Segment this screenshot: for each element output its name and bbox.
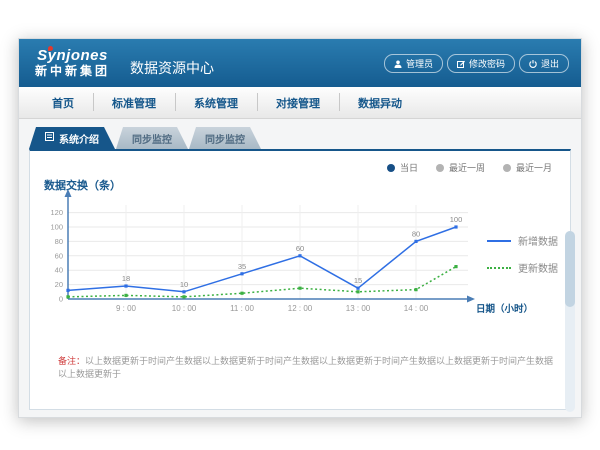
radio-label: 当日 [400, 161, 418, 174]
svg-text:15: 15 [354, 276, 362, 285]
legend-label: 新增数据 [518, 233, 558, 248]
nav-item-home[interactable]: 首页 [33, 93, 93, 113]
logout-label: 退出 [541, 57, 559, 70]
page-title: 数据资源中心 [130, 58, 214, 78]
legend-new-data: 新增数据 [487, 233, 558, 248]
nav-item-system-mgmt[interactable]: 系统管理 [175, 93, 257, 113]
user-actions: 管理员 修改密码 退出 [384, 54, 569, 73]
logout-button[interactable]: 退出 [519, 54, 569, 73]
svg-text:14 : 00: 14 : 00 [404, 304, 429, 313]
svg-text:20: 20 [55, 280, 63, 289]
nav-item-interface-mgmt[interactable]: 对接管理 [257, 93, 339, 113]
svg-text:100: 100 [450, 215, 463, 224]
radio-dot-icon [436, 164, 444, 172]
svg-text:60: 60 [55, 251, 63, 260]
svg-text:35: 35 [238, 262, 246, 271]
company-logo: Synjones 新中新集团 [35, 47, 110, 78]
legend-line-swatch-solid [487, 240, 511, 242]
user-icon [394, 60, 402, 68]
svg-text:60: 60 [296, 244, 304, 253]
main-nav: 首页 标准管理 系统管理 对接管理 数据异动 [19, 87, 581, 119]
svg-text:13 : 00: 13 : 00 [346, 304, 371, 313]
document-icon [45, 132, 54, 144]
radio-dot-icon [387, 164, 395, 172]
tab-label: 系统介绍 [59, 131, 99, 146]
svg-text:18: 18 [122, 274, 130, 283]
svg-text:100: 100 [50, 223, 63, 232]
time-range-filter: 当日 最近一周 最近一月 [387, 161, 552, 174]
svg-text:9 : 00: 9 : 00 [116, 304, 137, 313]
legend-update-data: 更新数据 [487, 260, 558, 275]
chart-panel: 当日 最近一周 最近一月 数据交换（条） 0204060801001209 : … [29, 149, 571, 410]
footnote-prefix: 备注： [58, 356, 85, 366]
nav-item-data-change[interactable]: 数据异动 [339, 93, 421, 113]
legend-label: 更新数据 [518, 260, 558, 275]
svg-text:80: 80 [55, 237, 63, 246]
svg-text:11 : 00: 11 : 00 [230, 304, 254, 313]
footnote: 备注：以上数据更新于时间产生数据以上数据更新于时间产生数据以上数据更新于时间产生… [58, 355, 554, 380]
line-chart: 0 20 40 60 80 100 120 9 : 00 10 : 00 11 : 00 12 : … [34, 187, 534, 322]
tab-label: 同步监控 [205, 131, 245, 146]
change-password-label: 修改密码 [469, 57, 505, 70]
current-user-button[interactable]: 管理员 [384, 54, 443, 73]
radio-label: 最近一周 [449, 161, 485, 174]
app-window: Synjones 新中新集团 数据资源中心 管理员 修改密码 退出 首页 标准管… [18, 38, 582, 418]
svg-text:40: 40 [55, 266, 63, 275]
radio-label: 最近一月 [516, 161, 552, 174]
tab-system-intro[interactable]: 系统介绍 [29, 127, 115, 149]
svg-text:10 : 00: 10 : 00 [172, 304, 197, 313]
legend-line-swatch-dotted [487, 267, 511, 269]
app-header: Synjones 新中新集团 数据资源中心 管理员 修改密码 退出 [19, 39, 581, 87]
svg-text:10: 10 [180, 280, 188, 289]
tab-sync-monitor-2[interactable]: 同步监控 [189, 127, 261, 149]
tab-bar: 系统介绍 同步监控 同步监控 [19, 119, 581, 149]
svg-text:0: 0 [59, 295, 63, 304]
logo-text-en: Synjones [35, 47, 110, 64]
chart-legend: 新增数据 更新数据 [487, 233, 558, 287]
edit-icon [457, 60, 465, 68]
svg-text:120: 120 [50, 208, 63, 217]
radio-today[interactable]: 当日 [387, 161, 418, 174]
scrollbar-thumb[interactable] [565, 231, 575, 307]
radio-last-week[interactable]: 最近一周 [436, 161, 485, 174]
vertical-scrollbar[interactable] [565, 231, 575, 412]
footnote-text: 以上数据更新于时间产生数据以上数据更新于时间产生数据以上数据更新于时间产生数据以… [58, 356, 553, 379]
tab-sync-monitor-1[interactable]: 同步监控 [116, 127, 188, 149]
nav-item-standard-mgmt[interactable]: 标准管理 [93, 93, 175, 113]
tab-label: 同步监控 [132, 131, 172, 146]
svg-text:日期（小时）: 日期（小时） [476, 303, 533, 315]
power-icon [529, 60, 537, 68]
radio-dot-icon [503, 164, 511, 172]
current-user-label: 管理员 [406, 57, 433, 70]
radio-last-month[interactable]: 最近一月 [503, 161, 552, 174]
change-password-button[interactable]: 修改密码 [447, 54, 515, 73]
svg-text:80: 80 [412, 229, 420, 238]
content-area: 系统介绍 同步监控 同步监控 当日 最近一周 [19, 119, 581, 418]
svg-text:12 : 00: 12 : 00 [288, 304, 313, 313]
logo-text-cn: 新中新集团 [35, 65, 110, 79]
